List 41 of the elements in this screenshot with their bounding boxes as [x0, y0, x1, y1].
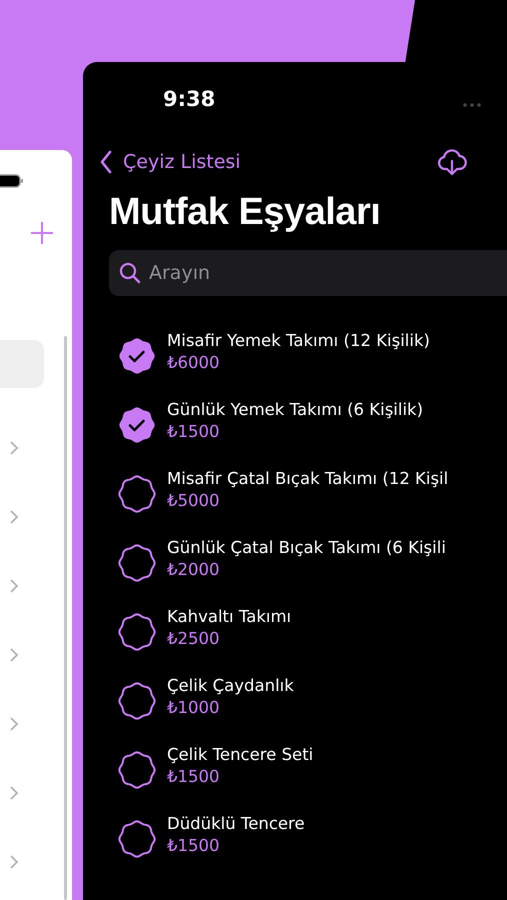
chevron-right-icon[interactable] [9, 508, 19, 524]
item-price: ₺2500 [167, 628, 220, 650]
checked-checkbox[interactable] [118, 406, 156, 444]
item-name: Misafir Çatal Bıçak Takımı (12 Kişil [167, 468, 448, 490]
item-price: ₺5000 [167, 490, 220, 512]
item-name: Düdüklü Tencere [167, 813, 305, 835]
chevron-right-icon[interactable] [9, 716, 19, 732]
item-name: Çelik Çaydanlık [167, 675, 294, 697]
checkbox[interactable] [118, 820, 156, 858]
checked-checkbox[interactable] [118, 336, 156, 374]
cloud-download-icon[interactable] [437, 147, 467, 177]
plus-icon[interactable] [30, 221, 54, 246]
back-button[interactable]: Çeyiz Listesi [99, 148, 241, 176]
item-name: Günlük Yemek Takımı (6 Kişilik) [167, 399, 424, 421]
item-name: Misafir Yemek Takımı (12 Kişilik) [167, 330, 430, 352]
checkbox[interactable] [118, 474, 156, 512]
chevron-right-icon[interactable] [9, 784, 19, 800]
item-price: ₺1500 [167, 766, 220, 788]
checkbox[interactable] [118, 682, 156, 720]
status-time: 9:38 [163, 86, 216, 114]
item-price: ₺1500 [167, 421, 220, 443]
search-icon [119, 262, 141, 284]
item-price: ₺1500 [167, 835, 220, 857]
checkbox[interactable] [118, 544, 156, 582]
page-title: Mutfak Eşyaları [108, 190, 382, 235]
battery-icon [0, 173, 24, 190]
item-price: ₺2000 [167, 559, 220, 581]
chevron-right-icon[interactable] [9, 578, 19, 594]
chevron-right-icon[interactable] [9, 854, 19, 870]
item-name: Kahvaltı Takımı [167, 606, 292, 628]
checkbox[interactable] [118, 750, 156, 788]
scrollbar[interactable] [64, 336, 67, 900]
search-field[interactable]: Arayın [109, 250, 507, 296]
checkbox[interactable] [118, 612, 156, 650]
chevron-left-icon [99, 150, 113, 174]
chevron-right-icon[interactable] [9, 646, 19, 662]
item-name: Çelik Tencere Seti [167, 744, 314, 766]
item-price: ₺1000 [167, 697, 220, 719]
item-name: Günlük Çatal Bıçak Takımı (6 Kişili [167, 537, 446, 559]
chevron-right-icon[interactable] [9, 440, 19, 456]
item-price: ₺6000 [167, 352, 220, 374]
